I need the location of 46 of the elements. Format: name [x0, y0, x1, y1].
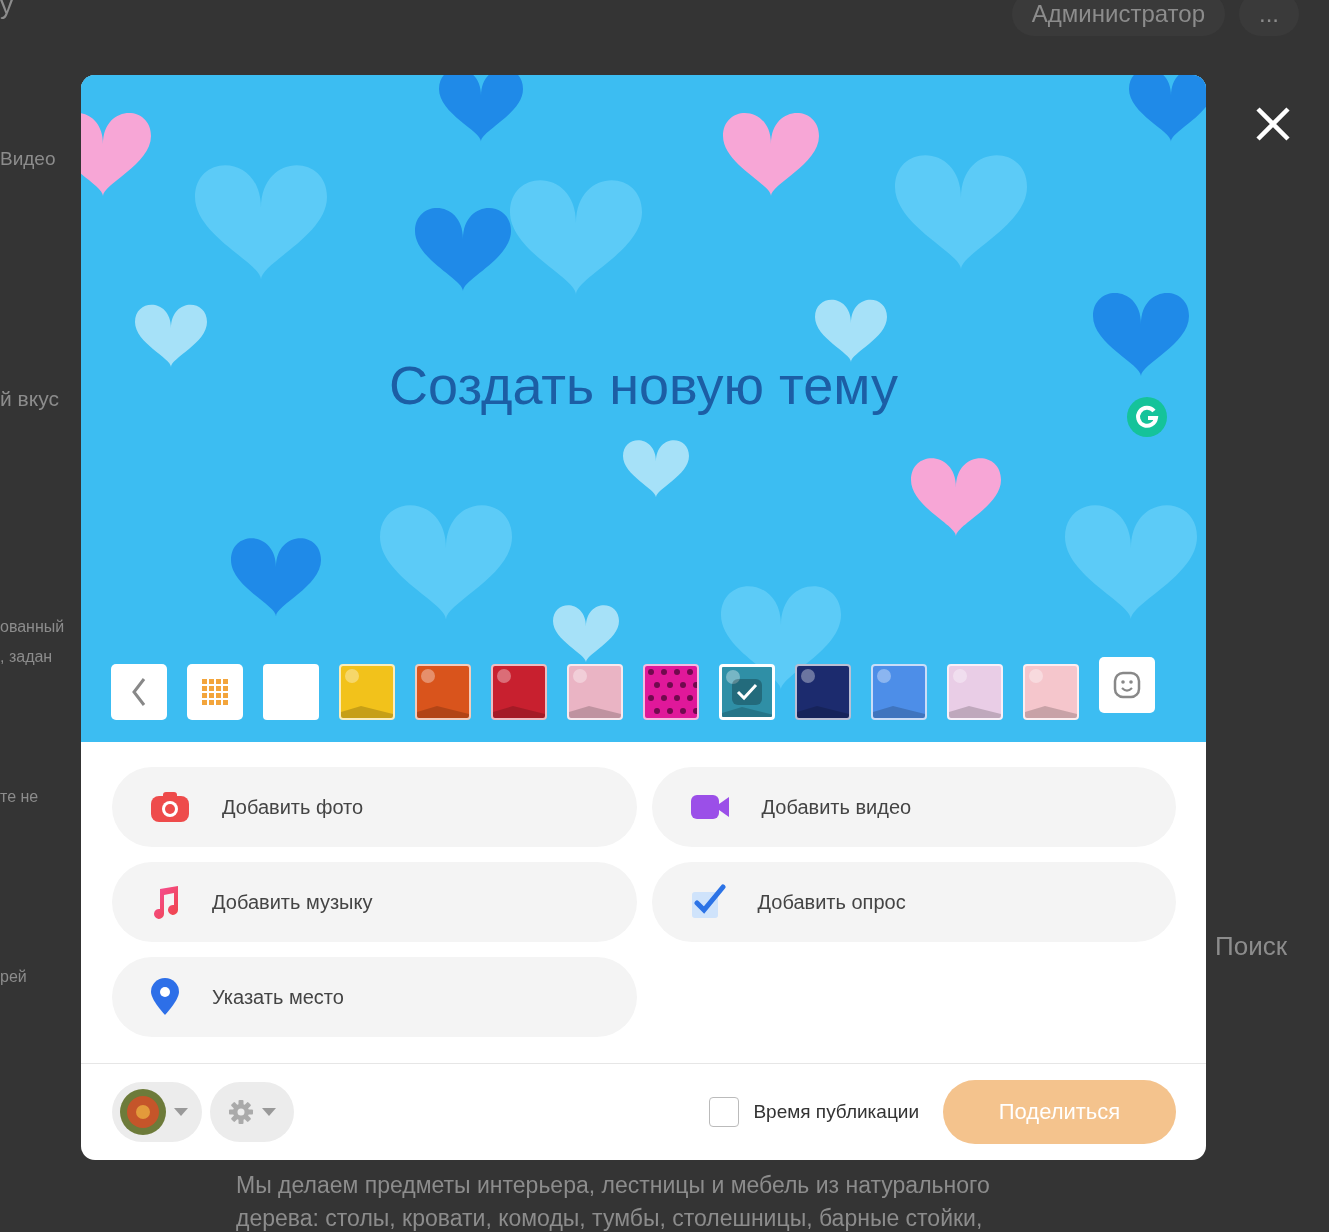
text-fragment: , задан — [0, 648, 53, 666]
text-fragment: рей — [0, 968, 27, 986]
back-button[interactable] — [111, 664, 167, 720]
theme-swatch[interactable] — [719, 664, 775, 720]
admin-button[interactable]: Администратор — [1011, 0, 1225, 36]
text-fragment: ованный — [0, 618, 65, 636]
theme-swatch[interactable] — [947, 664, 1003, 720]
theme-swatch[interactable] — [871, 664, 927, 720]
topic-title[interactable]: Создать новую тему — [389, 353, 898, 416]
description-line: дерева: столы, кровати, комоды, тумбы, столешницы, барные стойки, — [236, 1205, 984, 1232]
add-attachment-button[interactable]: Указать место — [112, 957, 637, 1037]
theme-swatch[interactable] — [415, 664, 471, 720]
avatar-icon — [120, 1089, 166, 1135]
description-line: Мы делаем предметы интерьера, лестницы и мебель из натурального — [236, 1172, 991, 1199]
theme-swatch[interactable] — [339, 664, 395, 720]
camera-icon — [150, 791, 190, 823]
heading-fragment: й вкус — [0, 387, 59, 411]
text-fragment: те не — [0, 788, 39, 806]
add-attachment-button[interactable]: Добавить музыку — [112, 862, 637, 942]
location-pin-icon — [150, 978, 180, 1016]
more-button[interactable]: ... — [1239, 0, 1299, 36]
schedule-checkbox[interactable] — [709, 1097, 740, 1127]
page-title-fragment: у — [0, 0, 13, 21]
tab-label[interactable]: Видео — [0, 148, 56, 170]
theme-swatch[interactable] — [1023, 664, 1079, 720]
search-tab[interactable]: Поиск — [1215, 931, 1329, 962]
caret-icon — [262, 1108, 276, 1116]
theme-swatch[interactable] — [643, 664, 699, 720]
grid-icon — [202, 679, 228, 705]
checkbox-icon — [689, 884, 726, 920]
add-attachment-button[interactable]: Добавить фото — [112, 767, 637, 847]
sticker-button[interactable] — [1099, 657, 1155, 713]
caret-icon — [174, 1108, 188, 1116]
grid-button[interactable] — [187, 664, 243, 720]
theme-swatch[interactable] — [795, 664, 851, 720]
theme-swatch[interactable] — [263, 664, 319, 720]
add-attachment-button[interactable]: Добавить видео — [651, 767, 1176, 847]
add-attachment-button[interactable]: Добавить опрос — [651, 862, 1176, 942]
theme-swatch[interactable] — [491, 664, 547, 720]
grammarly-icon — [1127, 397, 1167, 437]
theme-swatch[interactable] — [567, 664, 623, 720]
video-camera-icon — [689, 793, 730, 821]
checkbox-label: Время публикации — [753, 1101, 919, 1123]
chevron-left-icon — [131, 677, 147, 707]
smiley-icon — [1113, 671, 1141, 699]
check-icon — [732, 679, 762, 705]
